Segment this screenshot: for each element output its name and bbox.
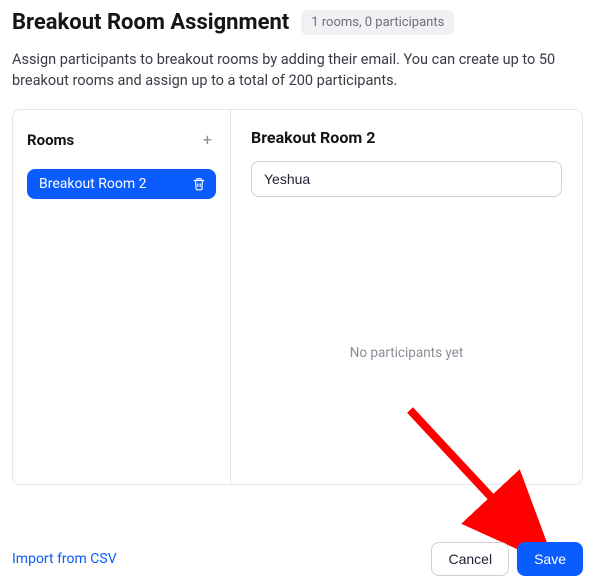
rooms-summary-badge: 1 rooms, 0 participants [301,10,454,35]
trash-icon [192,177,206,191]
room-detail-title: Breakout Room 2 [251,128,562,147]
no-participants-text: No participants yet [251,345,562,361]
rooms-column: Rooms + Breakout Room 2 [13,110,231,484]
page-title: Breakout Room Assignment [12,10,289,35]
room-item-label: Breakout Room 2 [39,176,146,192]
delete-room-button[interactable] [192,177,206,191]
rooms-title: Rooms [27,131,74,149]
assignment-panel: Rooms + Breakout Room 2 Breakout Room 2 … [12,109,583,485]
plus-icon: + [203,130,212,149]
cancel-button[interactable]: Cancel [431,542,509,576]
participant-email-input[interactable] [251,161,562,197]
room-item[interactable]: Breakout Room 2 [27,169,216,199]
save-button[interactable]: Save [517,542,583,576]
room-detail-column: Breakout Room 2 No participants yet [231,110,582,484]
add-room-button[interactable]: + [199,128,216,151]
page-description: Assign participants to breakout rooms by… [12,49,583,91]
import-csv-link[interactable]: Import from CSV [12,551,117,567]
